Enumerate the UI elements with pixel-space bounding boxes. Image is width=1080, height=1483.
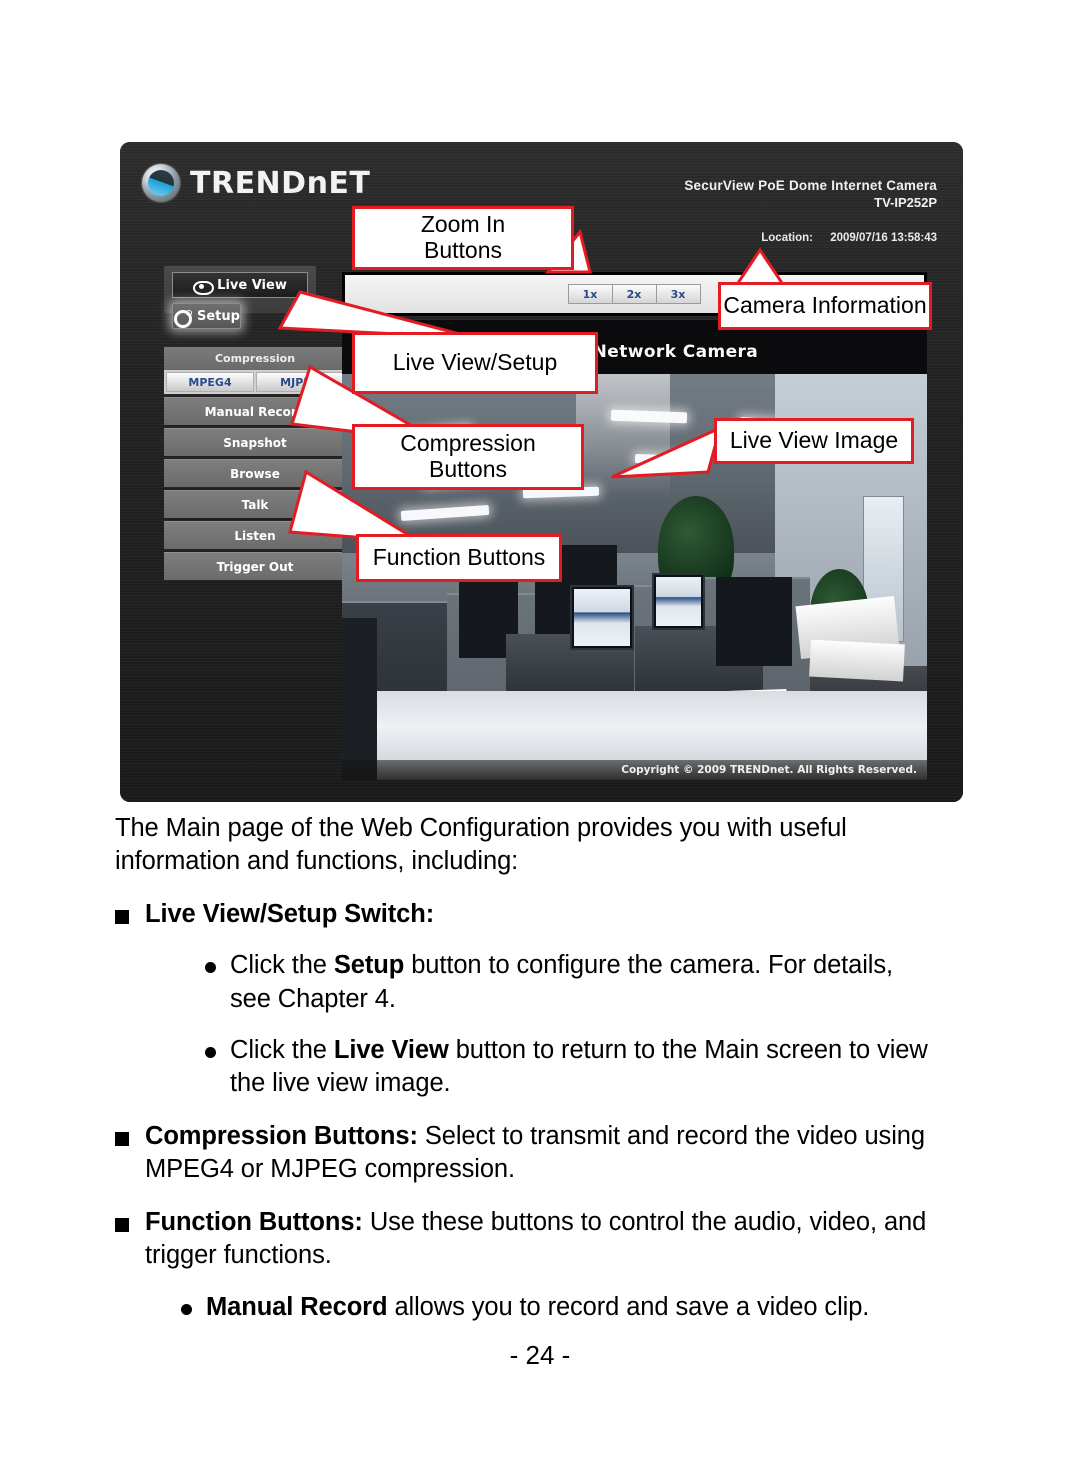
manual-record-desc: allows you to record and save a video cl… — [387, 1292, 870, 1321]
sub-bullet-setup: Click the Setup button to configure the … — [145, 949, 935, 1015]
callout-camera-information: Camera Information — [718, 282, 932, 330]
sub-bullet-setup-text: Click the Setup button to configure the … — [230, 949, 935, 1015]
callout-compression-line1: Compression — [400, 430, 536, 457]
callout-live-view-image: Live View Image — [714, 418, 914, 464]
square-bullet-icon — [115, 1131, 129, 1146]
round-bullet-icon — [205, 1046, 216, 1058]
bullet-live-view-setup-switch-text: Live View/Setup Switch: — [145, 898, 434, 931]
setup-pre: Click the — [230, 951, 334, 980]
callout-function-buttons: Function Buttons — [356, 534, 562, 582]
intro-paragraph: The Main page of the Web Configuration p… — [115, 814, 847, 876]
sub-bullet-live-view: Click the Live View button to return to … — [145, 1034, 935, 1100]
manual-record-label: Manual Record — [206, 1292, 388, 1321]
callout-zoom-in-line1: Zoom In — [420, 211, 506, 238]
square-bullet-icon — [115, 1218, 129, 1233]
setup-bold: Setup — [333, 951, 405, 980]
sub-bullet-manual-record-text: Manual Record allows you to record and s… — [206, 1291, 869, 1324]
liveview-pre: Click the — [230, 1035, 334, 1064]
callout-compression-buttons: Compression Buttons — [352, 424, 584, 490]
document-body: The Main page of the Web Configuration p… — [0, 812, 1080, 1324]
round-bullet-icon — [181, 1303, 192, 1315]
liveview-bold: Live View — [333, 1035, 449, 1064]
bullet-compression-buttons-text: Compression Buttons: Select to transmit … — [145, 1120, 965, 1186]
bullet-function-buttons: Function Buttons: Use these buttons to c… — [115, 1206, 965, 1272]
sub-bullet-live-view-text: Click the Live View button to return to … — [230, 1034, 935, 1100]
bullet-live-view-setup-switch: Live View/Setup Switch: — [115, 898, 965, 931]
bullet-live-view-setup-switch-label: Live View/Setup Switch: — [145, 900, 435, 929]
bullet-function-buttons-text: Function Buttons: Use these buttons to c… — [145, 1206, 965, 1272]
callout-live-view-setup: Live View/Setup — [352, 332, 598, 394]
callout-zoom-in-buttons: Zoom In Buttons — [352, 206, 574, 270]
square-bullet-icon — [115, 910, 129, 925]
callout-zoom-in-line2: Buttons — [424, 237, 502, 263]
bullet-compression-buttons: Compression Buttons: Select to transmit … — [115, 1120, 965, 1186]
page-number: - 24 - — [509, 1340, 571, 1370]
sub-bullet-manual-record: Manual Record allows you to record and s… — [115, 1291, 965, 1324]
compression-label: Compression Buttons: — [145, 1121, 418, 1150]
callout-compression-line2: Buttons — [429, 456, 507, 482]
function-label: Function Buttons: — [145, 1208, 363, 1237]
round-bullet-icon — [205, 962, 216, 974]
